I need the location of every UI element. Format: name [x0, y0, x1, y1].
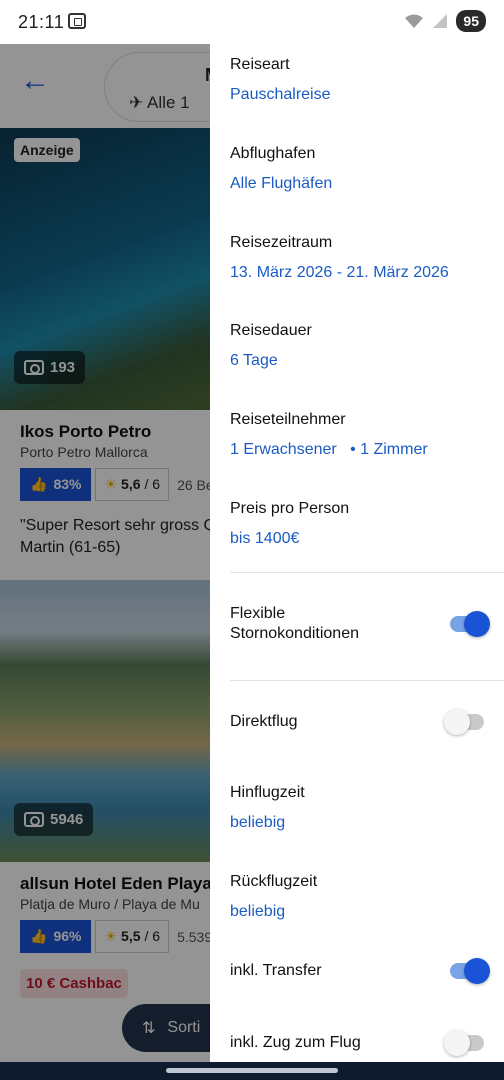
battery-indicator: 95: [456, 10, 486, 32]
flexible-cancellation-row[interactable]: Flexible Stornokonditionen: [230, 604, 490, 644]
departure-label: Abflughafen: [230, 145, 316, 162]
duration-value[interactable]: 6 Tage: [230, 352, 312, 370]
home-gesture-handle[interactable]: [166, 1068, 338, 1073]
period-value[interactable]: 13. März 2026 - 21. März 2026: [230, 264, 449, 282]
status-time: 21:11: [18, 12, 65, 32]
travel-type-value[interactable]: Pauschalreise: [230, 86, 331, 104]
train-row[interactable]: inkl. Zug zum Flug: [230, 1030, 484, 1056]
return-time-field[interactable]: Rückflugzeit beliebig: [230, 873, 317, 921]
flexible-cancellation-toggle[interactable]: [450, 611, 490, 637]
direct-flight-toggle[interactable]: [444, 709, 484, 735]
signal-icon: [433, 14, 448, 28]
travelers-rooms: 1 Zimmer: [360, 441, 428, 458]
divider: [230, 680, 504, 681]
transfer-label: inkl. Transfer: [230, 962, 322, 979]
navigation-bar: [0, 1062, 504, 1080]
travel-type-field[interactable]: Reiseart Pauschalreise: [230, 56, 331, 104]
duration-label: Reisedauer: [230, 322, 312, 339]
duration-field[interactable]: Reisedauer 6 Tage: [230, 322, 312, 370]
departure-field[interactable]: Abflughafen Alle Flughäfen: [230, 145, 332, 193]
departure-value[interactable]: Alle Flughäfen: [230, 175, 332, 193]
wifi-icon: [405, 14, 424, 28]
train-label: inkl. Zug zum Flug: [230, 1034, 361, 1051]
travelers-separator: •: [350, 441, 356, 458]
transfer-row[interactable]: inkl. Transfer: [230, 958, 490, 984]
travelers-adults: 1 Erwachsener: [230, 441, 337, 458]
direct-flight-row[interactable]: Direktflug: [230, 709, 484, 735]
filter-drawer: Reiseart Pauschalreise Abflughafen Alle …: [210, 34, 504, 1062]
transfer-toggle[interactable]: [450, 958, 490, 984]
outbound-time-field[interactable]: Hinflugzeit beliebig: [230, 784, 305, 832]
divider: [230, 572, 504, 573]
screenshot-icon: [68, 13, 86, 29]
return-time-label: Rückflugzeit: [230, 873, 318, 890]
period-label: Reisezeitraum: [230, 234, 333, 251]
price-value[interactable]: bis 1400€: [230, 530, 349, 548]
travelers-value[interactable]: 1 Erwachsener • 1 Zimmer: [230, 441, 428, 459]
period-field[interactable]: Reisezeitraum 13. März 2026 - 21. März 2…: [230, 234, 449, 282]
train-toggle[interactable]: [444, 1030, 484, 1056]
price-label: Preis pro Person: [230, 500, 350, 517]
status-bar: 21:11 95: [0, 0, 504, 44]
outbound-time-value[interactable]: beliebig: [230, 814, 305, 832]
outbound-time-label: Hinflugzeit: [230, 784, 305, 801]
travel-type-label: Reiseart: [230, 56, 290, 73]
travelers-label: Reiseteilnehmer: [230, 411, 346, 428]
flexible-cancellation-label: Flexible Stornokonditionen: [230, 605, 359, 642]
return-time-value[interactable]: beliebig: [230, 903, 317, 921]
direct-flight-label: Direktflug: [230, 713, 298, 730]
price-field[interactable]: Preis pro Person bis 1400€: [230, 500, 349, 548]
travelers-field[interactable]: Reiseteilnehmer 1 Erwachsener • 1 Zimmer: [230, 411, 428, 459]
